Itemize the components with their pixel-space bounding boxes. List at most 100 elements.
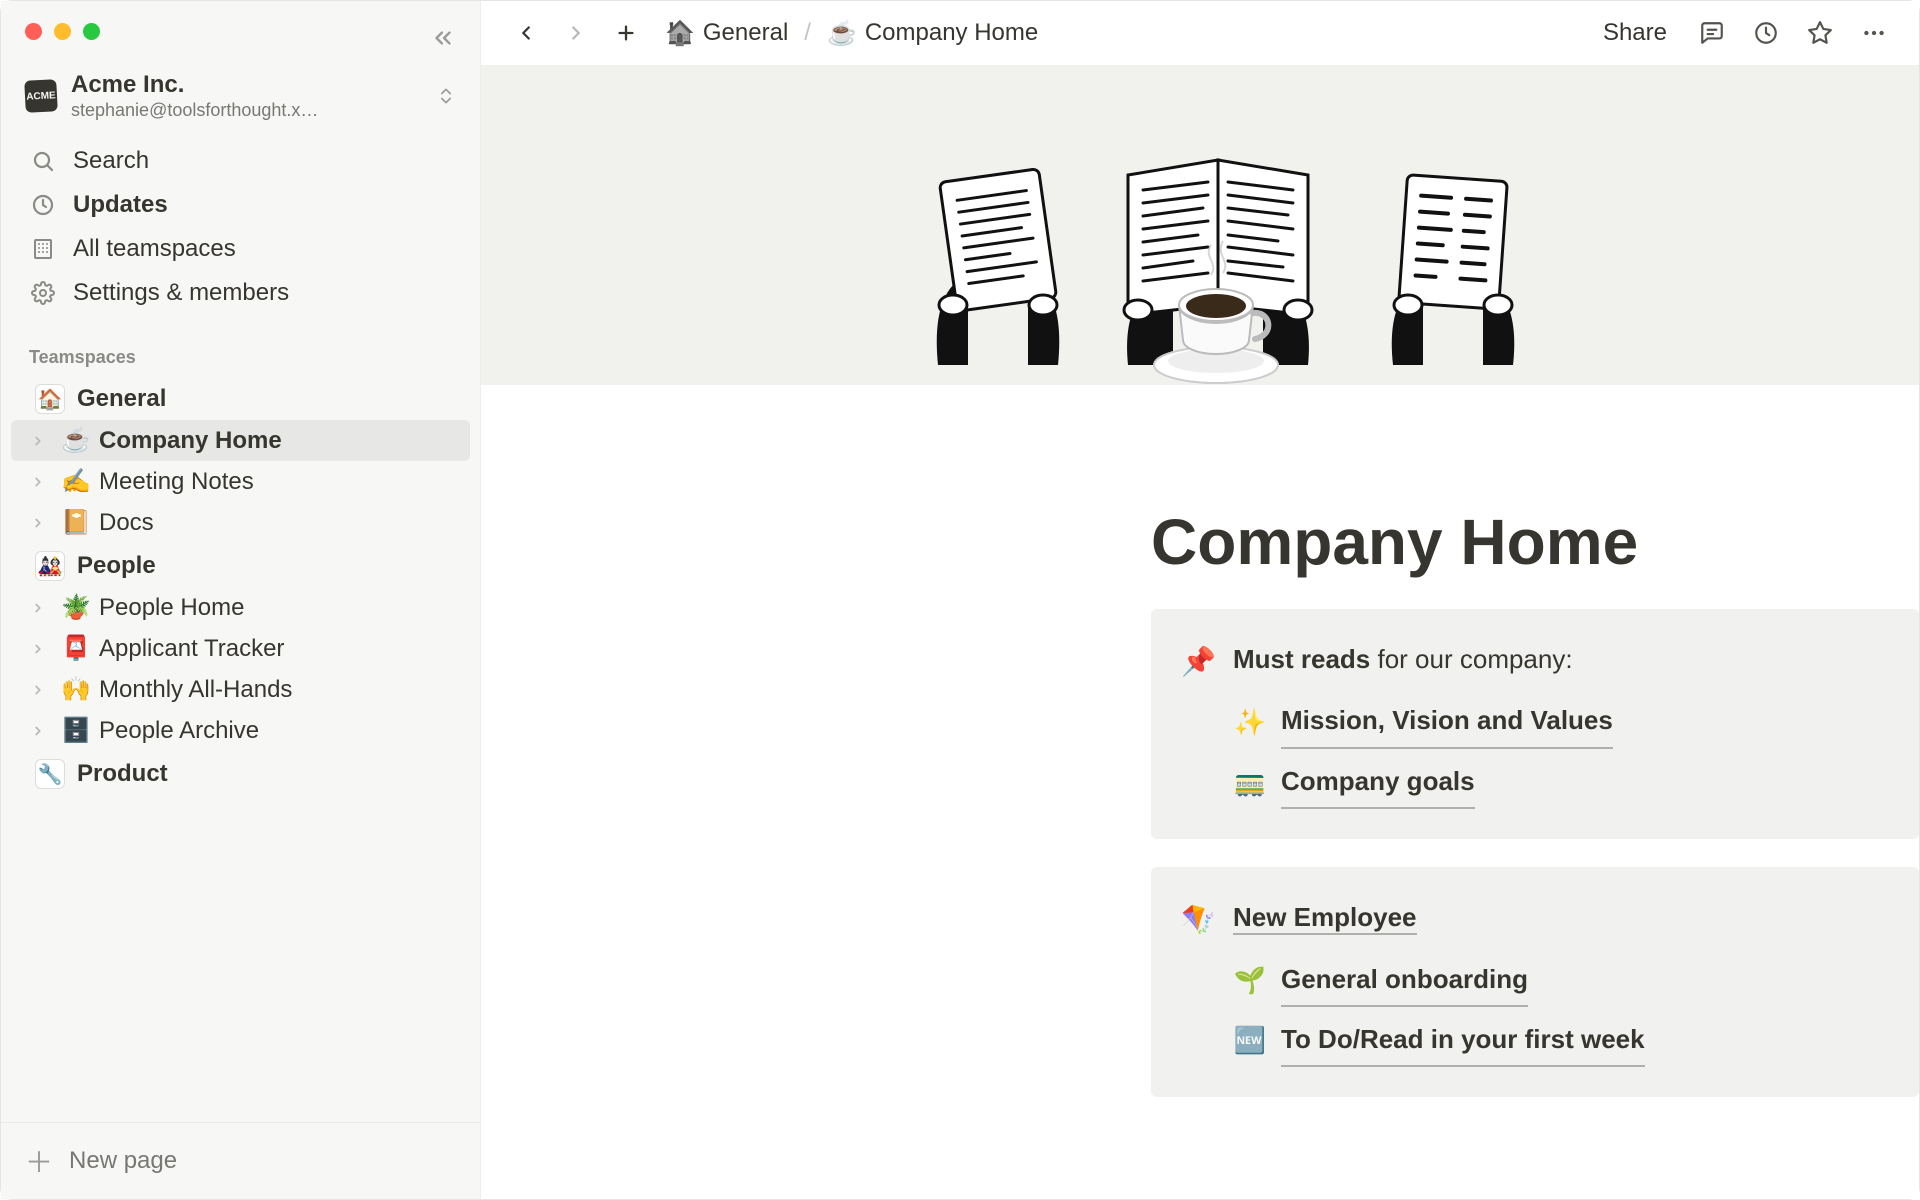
nav-updates[interactable]: Updates (11, 183, 470, 227)
teamspace-icon: 🏠 (35, 384, 65, 414)
chevron-right-icon[interactable] (31, 601, 53, 615)
chevron-right-icon[interactable] (31, 475, 53, 489)
breadcrumb-seg-company-home[interactable]: ☕ Company Home (821, 15, 1044, 52)
callout-block[interactable]: 📌 Must reads for our company: ✨ Mission, Vi… (1151, 609, 1919, 839)
share-button[interactable]: Share (1595, 15, 1675, 51)
page-emoji-icon: 🪴 (61, 593, 91, 622)
workspace-email: stephanie@toolsforthought.x… (71, 100, 411, 121)
nav-settings[interactable]: Settings & members (11, 271, 470, 315)
chevron-right-icon[interactable] (31, 724, 53, 738)
nav-all-teamspaces[interactable]: All teamspaces (11, 227, 470, 271)
callout-sublink[interactable]: 🌱 General onboarding (1233, 951, 1889, 1011)
callout-title-link[interactable]: New Employee (1233, 902, 1417, 935)
link-emoji-icon: 🌱 (1233, 956, 1267, 1005)
nav-settings-label: Settings & members (73, 279, 289, 307)
workspace-logo: ACME (24, 79, 58, 113)
new-page-button[interactable]: ＋ New page (1, 1122, 480, 1199)
nav-forward-button[interactable] (559, 16, 593, 50)
link-text[interactable]: To Do/Read in your first week (1281, 1015, 1645, 1067)
teamspace-label: General (77, 385, 166, 413)
page-label: People Archive (99, 717, 259, 745)
callout-head-rest: for our company: (1370, 644, 1572, 674)
new-tab-button[interactable] (609, 16, 643, 50)
topbar-actions: Share (1595, 15, 1891, 51)
link-emoji-icon: ✨ (1233, 698, 1267, 747)
sidebar-page-company-home[interactable]: ☕ Company Home (11, 420, 470, 461)
sidebar-page-applicant-tracker[interactable]: 📮 Applicant Tracker (11, 628, 470, 669)
gear-icon (29, 279, 57, 307)
callout-emoji-icon: 🪁 (1181, 893, 1215, 1071)
page-title[interactable]: Company Home (1151, 385, 1919, 609)
workspace-name: Acme Inc. (71, 70, 422, 100)
sidebar-page-meeting-notes[interactable]: ✍️ Meeting Notes (11, 461, 470, 502)
callout-head: New Employee (1233, 893, 1889, 942)
plus-icon: ＋ (25, 1141, 53, 1181)
link-emoji-icon: 🚃 (1233, 758, 1267, 807)
more-button[interactable] (1857, 16, 1891, 50)
page-emoji-icon: ✍️ (61, 467, 91, 496)
minimize-window-button[interactable] (54, 23, 71, 40)
callout-head: Must reads for our company: (1233, 635, 1889, 684)
main: 🏠 General / ☕ Company Home Share (481, 1, 1919, 1199)
nav-updates-label: Updates (73, 191, 168, 219)
close-window-button[interactable] (25, 23, 42, 40)
sidebar-page-docs[interactable]: 📔Docs (11, 502, 470, 543)
page-label: Docs (99, 509, 154, 537)
link-emoji-icon: 🆕 (1233, 1016, 1267, 1065)
teamspace-label: Product (77, 760, 168, 788)
nav-search-label: Search (73, 147, 149, 175)
collapse-sidebar-button[interactable] (430, 25, 456, 51)
favorite-button[interactable] (1803, 16, 1837, 50)
nav-back-button[interactable] (509, 16, 543, 50)
nav-search[interactable]: Search (11, 139, 470, 183)
page-label: People Home (99, 594, 244, 622)
page-emoji-icon: 🗄️ (61, 716, 91, 745)
callout-sublink[interactable]: 🆕 To Do/Read in your first week (1233, 1011, 1889, 1071)
teamspace-icon: 🎎 (35, 551, 65, 581)
window-controls (1, 1, 480, 48)
clock-icon (29, 191, 57, 219)
comments-button[interactable] (1695, 16, 1729, 50)
workspace-switcher[interactable]: ACME Acme Inc. stephanie@toolsforthought… (1, 48, 480, 135)
page-label: Meeting Notes (99, 468, 254, 496)
callout-head-bold: Must reads (1233, 644, 1370, 674)
building-icon (29, 235, 57, 263)
new-page-label: New page (69, 1147, 177, 1175)
callout-sublink[interactable]: 🚃 Company goals (1233, 753, 1889, 813)
page-label: Applicant Tracker (99, 635, 284, 663)
chevron-right-icon[interactable] (31, 642, 53, 656)
page-emoji-icon: 🙌 (61, 675, 91, 704)
callout-sublink[interactable]: ✨ Mission, Vision and Values (1233, 692, 1889, 752)
teamspace-people[interactable]: 🎎People (11, 543, 470, 587)
page-content: Company Home 📌 Must reads for our company… (1151, 385, 1919, 1165)
callout-block[interactable]: 🪁 New Employee 🌱 General onboarding 🆕 To Do/R… (1151, 867, 1919, 1097)
teamspace-general[interactable]: 🏠 General (11, 376, 470, 420)
chevron-right-icon[interactable] (31, 434, 53, 448)
link-text[interactable]: Mission, Vision and Values (1281, 696, 1613, 748)
page-icon[interactable] (1141, 235, 1281, 375)
breadcrumb-separator: / (804, 19, 811, 47)
sidebar-page-monthly-all-hands[interactable]: 🙌Monthly All-Hands (11, 669, 470, 710)
history-button[interactable] (1749, 16, 1783, 50)
page-label: Company Home (99, 427, 282, 455)
callout-emoji-icon: 📌 (1181, 635, 1215, 813)
fullscreen-window-button[interactable] (83, 23, 100, 40)
sidebar-page-people-archive[interactable]: 🗄️ People Archive (11, 710, 470, 751)
chevron-right-icon[interactable] (31, 516, 53, 530)
topbar: 🏠 General / ☕ Company Home Share (481, 1, 1919, 65)
teamspace-product[interactable]: 🔧 Product (11, 751, 470, 795)
chevron-right-icon[interactable] (31, 683, 53, 697)
breadcrumb: 🏠 General / ☕ Company Home (659, 15, 1579, 52)
nav-all-teamspaces-label: All teamspaces (73, 235, 236, 263)
teamspace-icon: 🔧 (35, 759, 65, 789)
workspace-chevron-icon (436, 86, 456, 106)
sidebar-page-people-home[interactable]: 🪴 People Home (11, 587, 470, 628)
page-emoji-icon: 📮 (61, 634, 91, 663)
page-emoji-icon: ☕ (61, 426, 91, 455)
home-icon: 🏠 (665, 19, 695, 48)
breadcrumb-seg-company-home-label: Company Home (865, 19, 1038, 47)
breadcrumb-seg-general[interactable]: 🏠 General (659, 15, 794, 52)
link-text[interactable]: Company goals (1281, 757, 1475, 809)
page-tree: 🏠 General ☕ Company Home ✍️ Meeting Notes 📔Doc… (1, 376, 480, 795)
link-text[interactable]: General onboarding (1281, 955, 1528, 1007)
